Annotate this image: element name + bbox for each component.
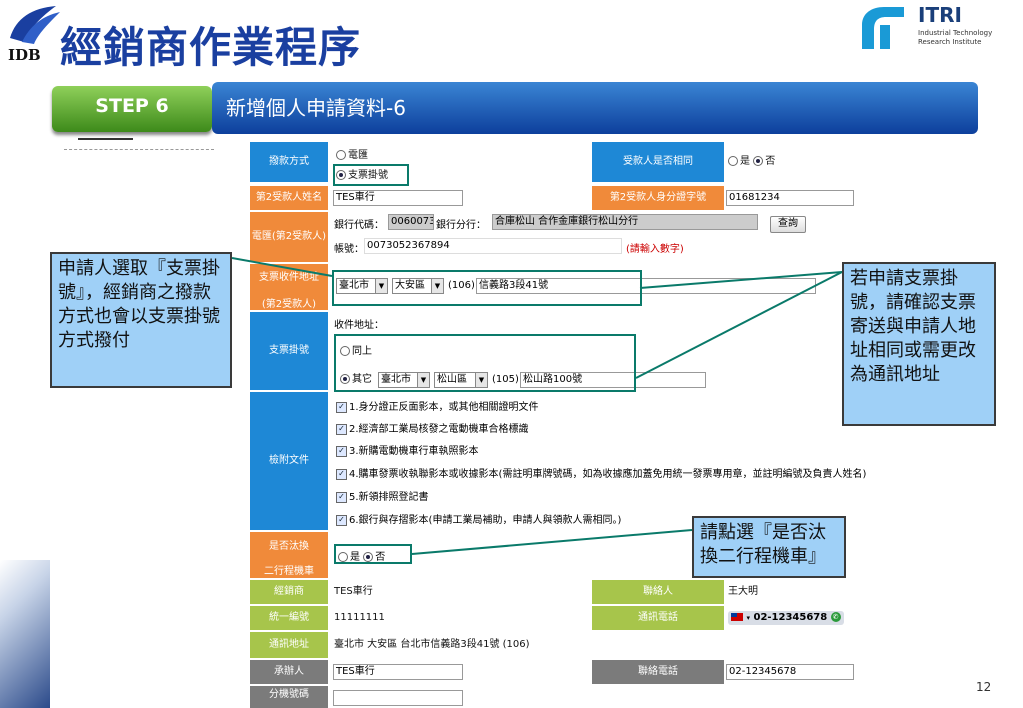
page-number: 12 [976,680,992,694]
connector-left [231,257,333,277]
connector-right-2 [635,271,843,379]
connector-bottom [411,529,693,555]
connector-right-1 [639,271,843,289]
callout-bottom: 請點選『是否汰換二行程機車』 [692,516,846,578]
callout-right: 若申請支票掛號，請確認支票寄送與申請人地址相同或需更改為通訊地址 [842,262,996,426]
callout-left: 申請人選取『支票掛號』，經銷商之撥款方式也會以支票掛號方式撥付 [50,252,232,388]
